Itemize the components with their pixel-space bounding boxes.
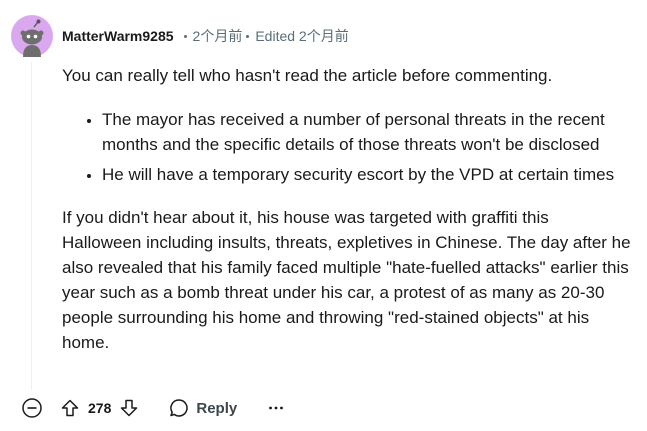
more-options-button[interactable] xyxy=(268,400,284,416)
downvote-arrow-icon xyxy=(121,399,138,417)
username-link[interactable]: MatterWarm9285 xyxy=(62,28,174,44)
bullet-list: The mayor has received a number of perso… xyxy=(62,107,632,187)
comment-header: MatterWarm9285 2个月前 Edited 2个月前 xyxy=(62,26,349,46)
ellipsis-icon xyxy=(269,406,284,410)
posted-time[interactable]: 2个月前 xyxy=(193,26,243,46)
comment-intro: You can really tell who hasn't read the … xyxy=(62,66,553,85)
downvote-button[interactable] xyxy=(119,398,139,418)
bullet-item: The mayor has received a number of perso… xyxy=(102,107,632,157)
separator-dot xyxy=(183,34,187,38)
vote-count: 278 xyxy=(88,400,112,416)
comment-card: MatterWarm9285 2个月前 Edited 2个月前 You can … xyxy=(0,0,647,431)
collapse-minus-icon xyxy=(22,398,42,418)
user-avatar[interactable] xyxy=(11,15,53,57)
comment-body: You can really tell who hasn't read the … xyxy=(62,63,632,355)
comment-paragraph: If you didn't hear about it, his house w… xyxy=(62,208,631,352)
separator-dot xyxy=(246,34,250,38)
collapse-button[interactable] xyxy=(20,396,44,420)
action-bar: 278 Reply xyxy=(20,392,284,424)
comment-meta: 2个月前 Edited 2个月前 xyxy=(180,26,349,46)
speech-bubble-icon xyxy=(170,399,189,417)
upvote-button[interactable] xyxy=(60,398,80,418)
reply-button[interactable]: Reply xyxy=(169,398,237,418)
upvote-arrow-icon xyxy=(61,399,79,417)
bullet-item: He will have a temporary security escort… xyxy=(102,162,632,187)
edited-label: Edited 2个月前 xyxy=(255,28,349,44)
thread-line[interactable] xyxy=(31,62,32,390)
vote-group: 278 xyxy=(60,398,139,418)
reply-label: Reply xyxy=(196,399,238,417)
